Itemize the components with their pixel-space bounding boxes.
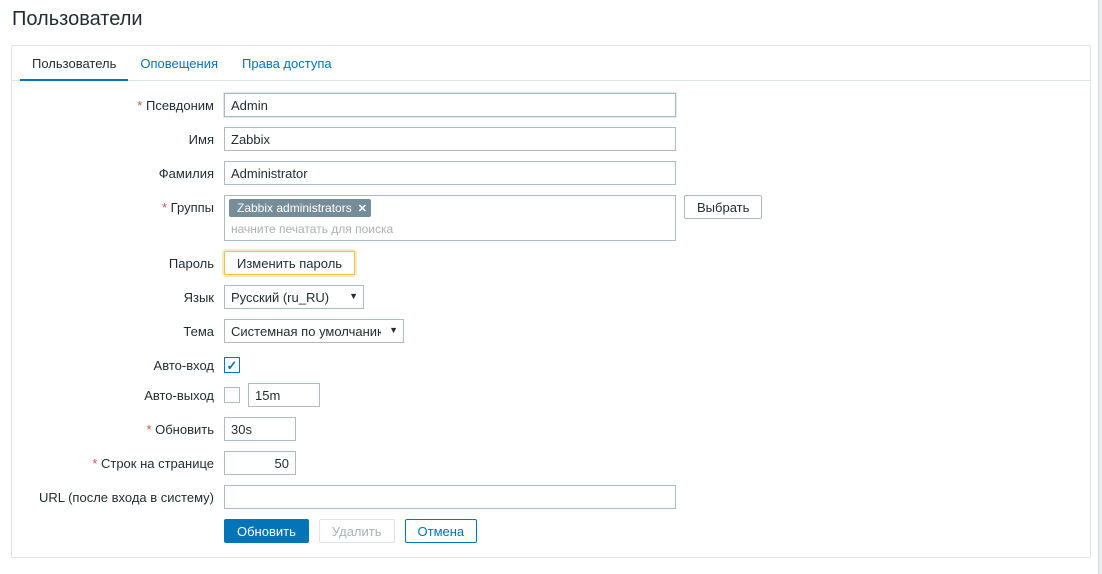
label-rows: Строк на странице	[24, 451, 224, 471]
label-autologin: Авто-вход	[24, 353, 224, 373]
surname-input[interactable]	[224, 161, 676, 185]
form-actions: Обновить Удалить Отмена	[24, 519, 1078, 543]
autologout-input	[248, 383, 320, 407]
page-title: Пользователи	[0, 0, 1102, 45]
autologout-checkbox[interactable]	[224, 387, 240, 403]
tab-media[interactable]: Оповещения	[128, 46, 230, 81]
label-name: Имя	[24, 127, 224, 147]
url-input[interactable]	[224, 485, 676, 509]
label-autologout: Авто-выход	[24, 383, 224, 403]
rows-input[interactable]	[224, 451, 296, 475]
language-select[interactable]: Русский (ru_RU)	[224, 285, 364, 309]
form-panel: Пользователь Оповещения Права доступа Пс…	[11, 45, 1091, 558]
label-refresh: Обновить	[24, 417, 224, 437]
name-input[interactable]	[224, 127, 676, 151]
group-tag[interactable]: Zabbix administrators ✕	[229, 199, 371, 217]
scrollbar-track[interactable]	[1098, 0, 1102, 574]
label-theme: Тема	[24, 319, 224, 339]
tabs: Пользователь Оповещения Права доступа	[12, 46, 1090, 81]
theme-select[interactable]: Системная по умолчанию	[224, 319, 404, 343]
autologin-checkbox[interactable]	[224, 357, 240, 373]
label-groups: Группы	[24, 195, 224, 215]
groups-placeholder: начните печатать для поиска	[229, 219, 671, 236]
form-body: Псевдоним Имя Фамилия Группы Zabbix admi…	[12, 81, 1090, 557]
label-url: URL (после входа в систему)	[24, 485, 224, 505]
groups-multiselect[interactable]: Zabbix administrators ✕ начните печатать…	[224, 195, 676, 241]
tab-user[interactable]: Пользователь	[20, 46, 128, 81]
update-button[interactable]: Обновить	[224, 519, 309, 543]
refresh-input[interactable]	[224, 417, 296, 441]
label-alias: Псевдоним	[24, 93, 224, 113]
delete-button: Удалить	[319, 519, 395, 543]
group-tag-label: Zabbix administrators	[237, 201, 352, 215]
label-password: Пароль	[24, 251, 224, 271]
tab-permissions[interactable]: Права доступа	[230, 46, 344, 81]
label-surname: Фамилия	[24, 161, 224, 181]
change-password-button[interactable]: Изменить пароль	[224, 251, 355, 275]
alias-input[interactable]	[224, 93, 676, 117]
select-groups-button[interactable]: Выбрать	[684, 195, 762, 219]
label-language: Язык	[24, 285, 224, 305]
cancel-button[interactable]: Отмена	[405, 519, 478, 543]
remove-tag-icon[interactable]: ✕	[358, 202, 367, 215]
